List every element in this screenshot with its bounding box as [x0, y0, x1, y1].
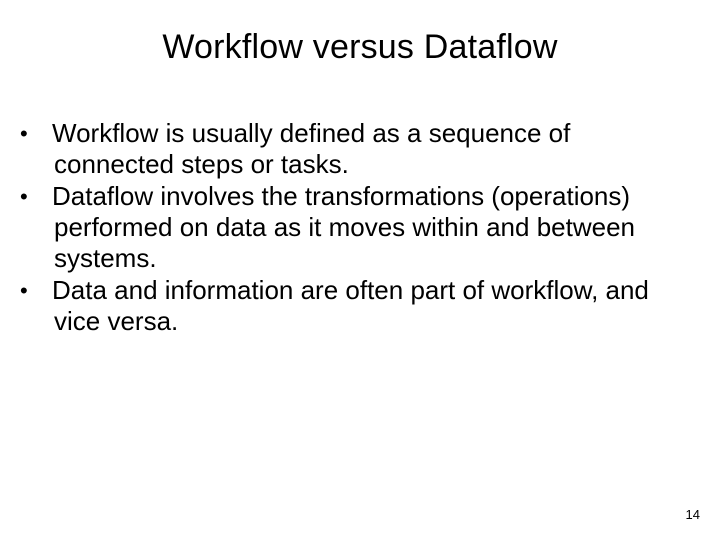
bullet-item: Workflow is usually defined as a sequenc… [24, 118, 696, 179]
bullet-item: Data and information are often part of w… [24, 275, 696, 336]
slide-title: Workflow versus Dataflow [0, 28, 720, 67]
bullet-item: Dataflow involves the transformations (o… [24, 181, 696, 273]
bullet-list: Workflow is usually defined as a sequenc… [24, 118, 696, 337]
slide: Workflow versus Dataflow Workflow is usu… [0, 0, 720, 540]
slide-body: Workflow is usually defined as a sequenc… [24, 118, 696, 339]
page-number: 14 [686, 507, 700, 522]
